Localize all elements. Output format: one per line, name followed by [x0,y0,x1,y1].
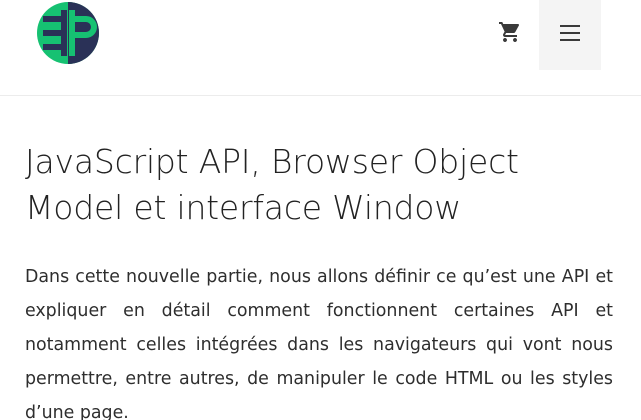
article-content: JavaScript API, Browser Object Model et … [25,139,613,420]
shopping-cart-icon [499,22,520,42]
site-logo[interactable] [36,1,100,65]
page-title: JavaScript API, Browser Object Model et … [25,142,519,227]
pierre-giraud-logo-icon [37,2,99,64]
cart-button[interactable] [498,20,522,44]
site-header [0,0,641,96]
menu-toggle-button[interactable] [539,0,601,70]
intro-paragraph: Dans cette nouvelle partie, nous allons … [25,267,613,420]
hamburger-menu-icon [560,25,580,41]
